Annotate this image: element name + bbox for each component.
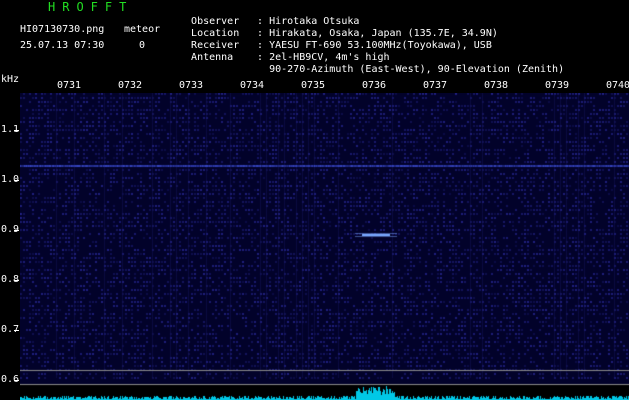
app-title: HROFFT bbox=[48, 0, 134, 14]
spectrogram-plot bbox=[20, 93, 629, 400]
y-tick-mark bbox=[14, 380, 19, 381]
info-value: 90-270-Azimuth (East-West), 90-Elevation… bbox=[269, 64, 565, 75]
x-tick-label: 0735 bbox=[300, 80, 326, 91]
y-axis-unit: kHz bbox=[1, 74, 20, 85]
x-tick-label: 0737 bbox=[422, 80, 448, 91]
y-tick-mark bbox=[14, 180, 19, 181]
x-tick-label: 0736 bbox=[361, 80, 387, 91]
meteor-count: 0 bbox=[139, 40, 146, 51]
capture-datetime: 25.07.13 07:30 bbox=[20, 40, 105, 51]
x-tick-label: 0739 bbox=[544, 80, 570, 91]
x-tick-label: 0740 bbox=[605, 80, 629, 91]
y-tick-mark bbox=[14, 280, 19, 281]
file-name: HI07130730.png bbox=[20, 24, 105, 35]
y-tick-mark bbox=[14, 330, 19, 331]
info-separator bbox=[257, 64, 269, 76]
y-tick-mark bbox=[14, 230, 19, 231]
x-tick-label: 0734 bbox=[239, 80, 265, 91]
x-tick-label: 0732 bbox=[117, 80, 143, 91]
x-tick-label: 0738 bbox=[483, 80, 509, 91]
x-tick-label: 0731 bbox=[56, 80, 82, 91]
x-tick-label: 0733 bbox=[178, 80, 204, 91]
spectrogram-canvas bbox=[20, 93, 629, 400]
meteor-label: meteor bbox=[124, 24, 161, 35]
y-tick-mark bbox=[14, 130, 19, 131]
station-info-row: 90-270-Azimuth (East-West), 90-Elevation… bbox=[179, 52, 564, 76]
